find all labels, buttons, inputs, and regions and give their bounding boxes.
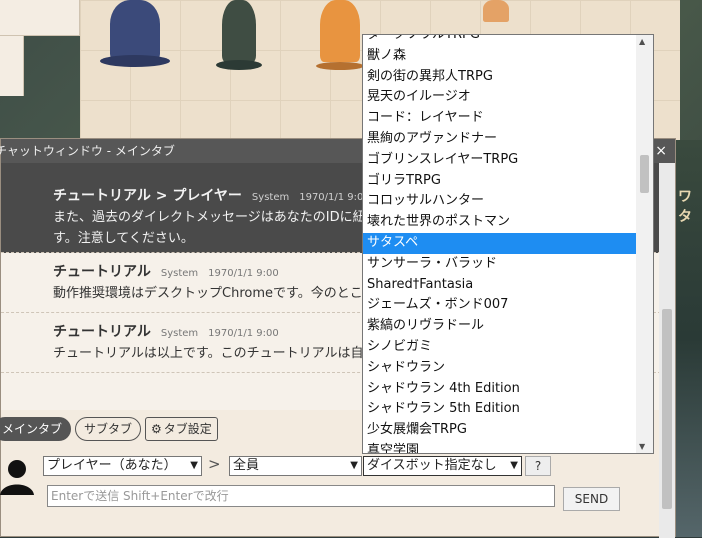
help-button[interactable]: ? bbox=[525, 456, 551, 476]
dropdown-option[interactable]: Shared†Fantasia bbox=[363, 275, 637, 296]
dicebot-select-value: ダイスボット指定なし bbox=[367, 458, 497, 473]
close-icon[interactable]: × bbox=[655, 139, 667, 163]
character-sprite-warrior[interactable] bbox=[210, 0, 270, 72]
dropdown-scrollbar[interactable]: ▲ ▼ bbox=[636, 35, 653, 453]
dropdown-option[interactable]: シャドウラン bbox=[363, 358, 637, 379]
scenery-text: ワタ bbox=[678, 189, 692, 225]
message-sender-type: System bbox=[160, 328, 199, 339]
dropdown-option[interactable]: シャドウラン 4th Edition bbox=[363, 379, 637, 400]
message-sender: チュートリアル > プレイヤー bbox=[53, 188, 242, 204]
separator: > bbox=[208, 455, 221, 473]
dropdown-option[interactable]: 真空学園 bbox=[363, 441, 637, 453]
chat-title: チャットウィンドウ - メインタブ bbox=[0, 144, 175, 158]
avatar-icon[interactable] bbox=[0, 455, 36, 497]
dropdown-option[interactable]: 黒絢のアヴァンドナー bbox=[363, 129, 637, 150]
scrollbar-thumb[interactable] bbox=[662, 309, 672, 509]
target-select[interactable]: 全員 ▼ bbox=[229, 456, 362, 476]
message-sender: チュートリアル bbox=[53, 264, 151, 280]
message-sender: チュートリアル bbox=[53, 324, 151, 340]
dropdown-option[interactable]: サンサーラ・バラッド bbox=[363, 254, 637, 275]
top-left-panel bbox=[0, 0, 80, 36]
dicebot-dropdown-list[interactable]: ダークソウルTRPG 獸ノ森 剣の街の異邦人TRPG 晃天のイルージオ コード：レイヤー… bbox=[362, 34, 654, 454]
sender-select-value: プレイヤー（あなた） bbox=[47, 458, 177, 473]
dropdown-option[interactable]: コロッサルハンター bbox=[363, 191, 637, 212]
message-input[interactable]: Enterで送信 Shift+Enterで改行 bbox=[47, 485, 555, 507]
dropdown-option[interactable]: 剣の街の異邦人TRPG bbox=[363, 67, 637, 88]
send-button[interactable]: SEND bbox=[563, 487, 620, 511]
character-sprite-small[interactable] bbox=[475, 0, 515, 30]
dropdown-option[interactable]: サタスペ bbox=[363, 232, 637, 254]
dropdown-option[interactable]: ジェームズ・ボンド007 bbox=[363, 295, 637, 316]
chevron-down-icon: ▼ bbox=[190, 460, 198, 471]
dropdown-option[interactable]: 壊れた世界のポストマン bbox=[363, 212, 637, 233]
chat-input-area: プレイヤー（あなた） ▼ > 全員 ▼ ダイスボット指定なし ▼ ? Enter… bbox=[0, 449, 661, 538]
tab-sub[interactable]: サブタブ bbox=[75, 417, 142, 441]
chat-tab-row: メインタブ サブタブ ⚙ タブ設定 bbox=[0, 417, 218, 441]
dropdown-option[interactable]: ゴブリンスレイヤーTRPG bbox=[363, 150, 637, 171]
dropdown-option[interactable]: 晃天のイルージオ bbox=[363, 87, 637, 108]
tab-settings-button[interactable]: ⚙ タブ設定 bbox=[145, 417, 218, 441]
tab-main[interactable]: メインタブ bbox=[0, 417, 72, 441]
dropdown-option[interactable]: シノビガミ bbox=[363, 337, 637, 358]
scroll-down-icon[interactable]: ▼ bbox=[639, 442, 645, 451]
tab-settings-label: タブ設定 bbox=[163, 422, 212, 436]
dropdown-option[interactable]: ダークソウルTRPG bbox=[363, 35, 637, 46]
dropdown-option[interactable]: 獸ノ森 bbox=[363, 46, 637, 67]
message-time: 1970/1/1 9:00 bbox=[208, 268, 279, 279]
message-sender-type: System bbox=[251, 192, 290, 203]
character-sprite-tree-monster[interactable] bbox=[100, 0, 170, 72]
side-panel bbox=[0, 36, 24, 96]
dropdown-option[interactable]: 紫縞のリヴラドール bbox=[363, 316, 637, 337]
dropdown-option[interactable]: ゴリラTRPG bbox=[363, 171, 637, 192]
dropdown-option[interactable]: コード：レイヤード bbox=[363, 108, 637, 129]
scroll-up-icon[interactable]: ▲ bbox=[639, 37, 645, 46]
gear-icon: ⚙ bbox=[151, 422, 162, 436]
dicebot-select[interactable]: ダイスボット指定なし ▼ bbox=[363, 456, 522, 476]
chevron-down-icon: ▼ bbox=[510, 460, 518, 471]
target-select-value: 全員 bbox=[233, 458, 260, 473]
message-time: 1970/1/1 9:00 bbox=[299, 192, 370, 203]
dropdown-option[interactable]: 少女展爛会TRPG bbox=[363, 420, 637, 441]
character-sprite-orange-girl[interactable] bbox=[310, 0, 370, 72]
message-time: 1970/1/1 9:00 bbox=[208, 328, 279, 339]
chat-scrollbar[interactable] bbox=[659, 163, 675, 538]
message-sender-type: System bbox=[160, 268, 199, 279]
sender-select[interactable]: プレイヤー（あなた） ▼ bbox=[43, 456, 202, 476]
dropdown-option[interactable]: シャドウラン 5th Edition bbox=[363, 399, 637, 420]
chevron-down-icon: ▼ bbox=[350, 460, 358, 471]
dropdown-scrollbar-thumb[interactable] bbox=[640, 155, 649, 193]
